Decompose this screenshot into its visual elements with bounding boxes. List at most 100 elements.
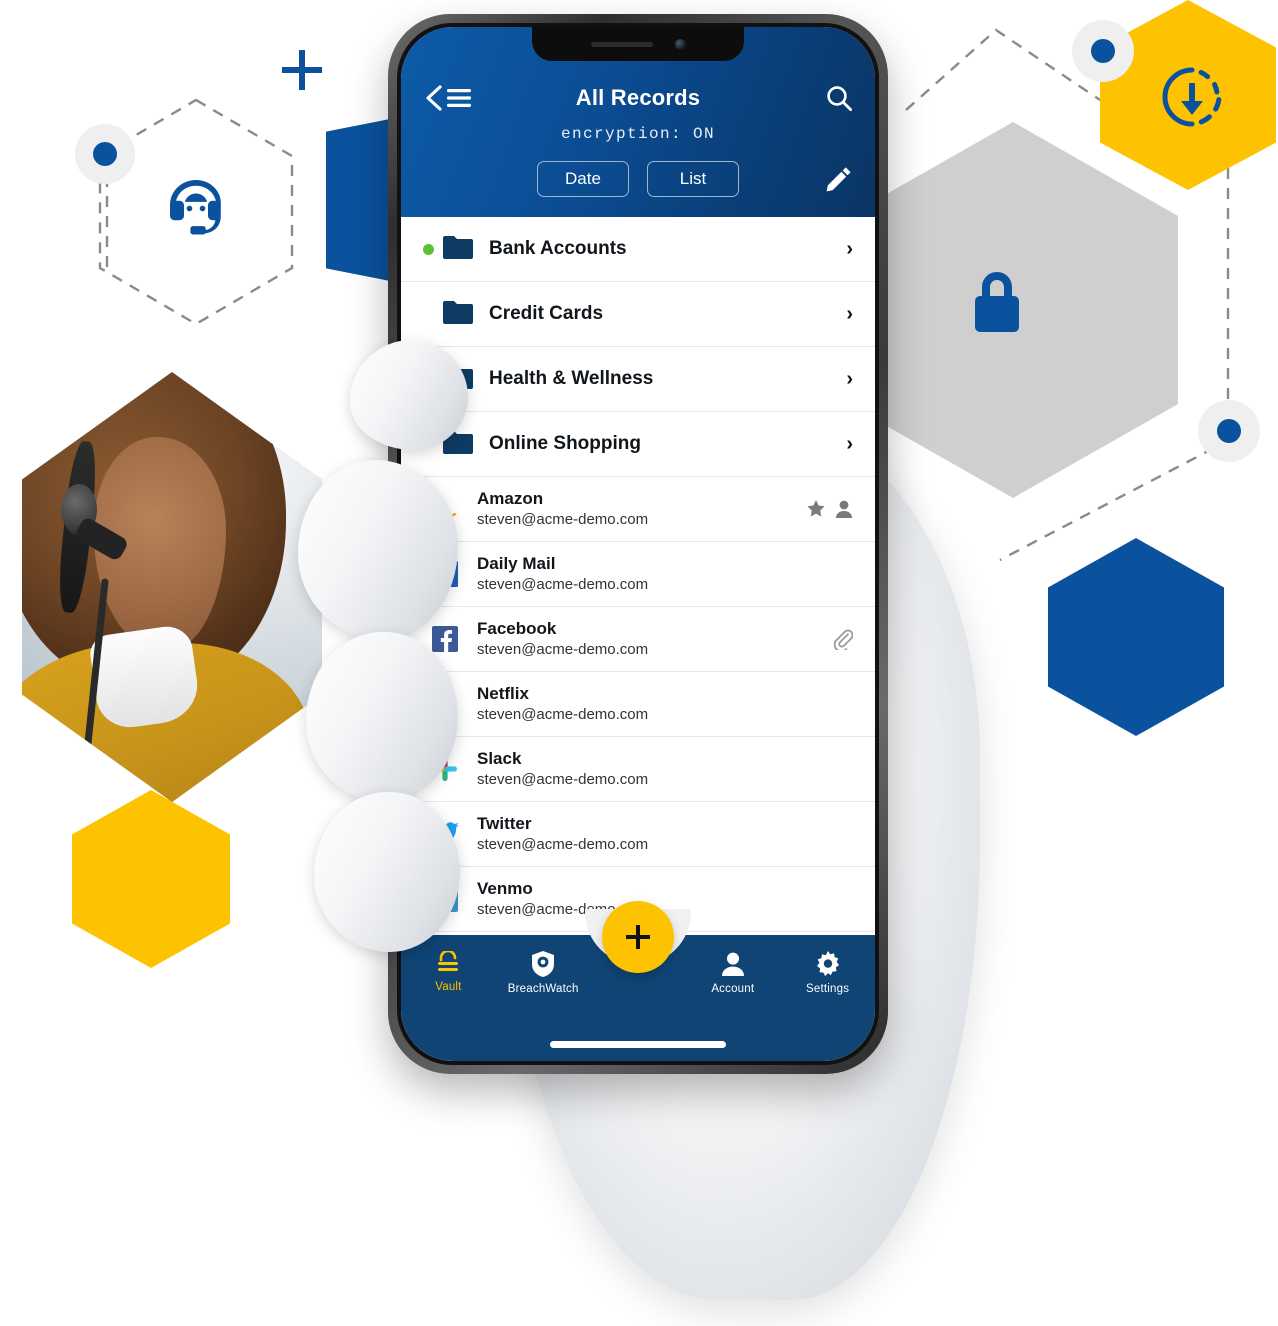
chevron-right-icon: › <box>846 432 853 455</box>
folder-label: Credit Cards <box>489 303 604 324</box>
download-sync-icon <box>1162 67 1222 127</box>
poster-canvas: All Records encryption: ON Date List Ban… <box>0 0 1278 1326</box>
record-text: Twitter steven@acme-demo.com <box>467 813 853 856</box>
record-text: Daily Mail steven@acme-demo.com <box>467 553 853 596</box>
tab-label: Settings <box>806 983 850 995</box>
shared-person-icon[interactable] <box>835 499 853 519</box>
bottom-nav-wrapper: Vault BreachWatch Account Settings <box>401 901 875 1061</box>
folder-row-online-shopping[interactable]: Online Shopping › <box>401 412 875 477</box>
record-subtitle: steven@acme-demo.com <box>477 771 649 788</box>
settings-gear-icon[interactable] <box>815 951 841 977</box>
svg-text:a: a <box>437 496 447 517</box>
record-title: Amazon <box>477 488 544 508</box>
venmo-logo-icon <box>423 886 467 912</box>
attachment-paperclip-icon[interactable] <box>833 628 853 650</box>
record-row-slack[interactable]: Slack steven@acme-demo.com <box>401 737 875 802</box>
folder-row-credit-cards[interactable]: Credit Cards › <box>401 282 875 347</box>
svg-text:m: m <box>439 568 452 584</box>
folder-label: Online Shopping <box>489 433 641 454</box>
tab-breachwatch[interactable]: BreachWatch <box>496 951 591 995</box>
dashed-path-top-right <box>905 28 1101 111</box>
record-title: Twitter <box>477 813 532 833</box>
status-dot-green <box>423 243 434 255</box>
add-record-fab[interactable] <box>602 901 674 973</box>
pencil-edit-icon[interactable] <box>825 165 853 193</box>
favorite-star-icon[interactable] <box>806 499 826 519</box>
record-badges <box>806 499 853 519</box>
folder-icon <box>443 365 473 394</box>
node-marker-top-left <box>75 124 135 184</box>
headset-support-icon <box>170 180 221 235</box>
folder-icon <box>443 430 473 459</box>
record-subtitle: steven@acme-demo.com <box>477 511 649 528</box>
records-list[interactable]: Bank Accounts › Credit Cards › Health & … <box>401 217 875 935</box>
status-dot-none <box>423 309 434 320</box>
home-indicator-area <box>401 1027 875 1061</box>
record-subtitle: steven@acme-demo.com <box>477 641 649 658</box>
record-title: Daily Mail <box>477 553 556 573</box>
header-top-row: All Records <box>401 75 875 121</box>
tab-account[interactable]: Account <box>685 951 780 995</box>
front-camera-icon <box>674 38 686 50</box>
padlock-icon <box>975 272 1019 332</box>
back-chevron-icon[interactable] <box>423 85 443 111</box>
record-subtitle: steven@acme-demo.com <box>477 836 649 853</box>
record-badges <box>833 628 853 650</box>
hamburger-menu-icon[interactable] <box>446 87 472 109</box>
folder-label: Bank Accounts <box>489 238 627 259</box>
view-mode-list-button[interactable]: List <box>647 161 739 197</box>
folder-row-bank-accounts[interactable]: Bank Accounts › <box>401 217 875 282</box>
record-text: Slack steven@acme-demo.com <box>467 748 853 791</box>
twitter-logo-icon <box>423 822 467 846</box>
record-subtitle: steven@acme-demo.com <box>477 706 649 723</box>
tab-label: Vault <box>435 981 462 993</box>
status-dot-none <box>423 439 434 450</box>
record-text: Amazon steven@acme-demo.com <box>467 488 806 531</box>
record-title: Slack <box>477 748 522 768</box>
record-title: Venmo <box>477 878 533 898</box>
search-button[interactable] <box>765 84 853 112</box>
encryption-status: encryption: ON <box>560 125 716 143</box>
phone-notch <box>532 27 744 61</box>
record-title: Netflix <box>477 683 529 703</box>
folder-row-health-wellness[interactable]: Health & Wellness › <box>401 347 875 412</box>
record-row-twitter[interactable]: Twitter steven@acme-demo.com <box>401 802 875 867</box>
record-row-daily-mail[interactable]: m Daily Mail steven@acme-demo.com <box>401 542 875 607</box>
dailymail-logo-icon: m <box>423 561 467 587</box>
tab-label: Account <box>711 983 755 995</box>
phone-screen: All Records encryption: ON Date List Ban… <box>401 27 875 1061</box>
tab-vault[interactable]: Vault <box>401 951 496 993</box>
page-title: All Records <box>575 85 701 110</box>
chevron-right-icon: › <box>846 237 853 260</box>
back-and-menu-button[interactable] <box>423 85 511 111</box>
segment-group: Date List <box>519 161 757 197</box>
breachwatch-shield-icon[interactable] <box>531 951 555 977</box>
folder-icon <box>443 235 473 264</box>
record-text: Facebook steven@acme-demo.com <box>467 618 833 661</box>
chevron-right-icon: › <box>846 367 853 390</box>
sort-by-date-button[interactable]: Date <box>537 161 629 197</box>
facebook-logo-icon <box>423 626 467 652</box>
edit-button[interactable] <box>757 165 853 193</box>
folder-icon <box>443 300 473 329</box>
record-row-amazon[interactable]: a Amazon steven@acme-demo.com <box>401 477 875 542</box>
account-person-icon[interactable] <box>721 951 745 977</box>
record-title: Facebook <box>477 618 557 638</box>
tab-bar: Vault BreachWatch Account Settings <box>401 901 875 1027</box>
tab-settings[interactable]: Settings <box>780 951 875 995</box>
plus-icon[interactable] <box>623 922 653 952</box>
vault-lock-icon[interactable] <box>435 951 461 975</box>
node-marker-right <box>1198 400 1260 462</box>
slack-logo-icon <box>423 756 467 782</box>
header-controls-row: Date List <box>401 143 875 217</box>
chevron-right-icon: › <box>846 302 853 325</box>
plus-mark-icon <box>282 50 322 90</box>
record-text: Netflix steven@acme-demo.com <box>467 683 853 726</box>
netflix-logo-icon <box>423 690 467 718</box>
tab-label: BreachWatch <box>507 983 579 995</box>
phone-bezel: All Records encryption: ON Date List Ban… <box>397 23 879 1065</box>
search-icon[interactable] <box>825 84 853 112</box>
node-marker-top-right <box>1072 20 1134 82</box>
record-row-netflix[interactable]: Netflix steven@acme-demo.com <box>401 672 875 737</box>
record-row-facebook[interactable]: Facebook steven@acme-demo.com <box>401 607 875 672</box>
